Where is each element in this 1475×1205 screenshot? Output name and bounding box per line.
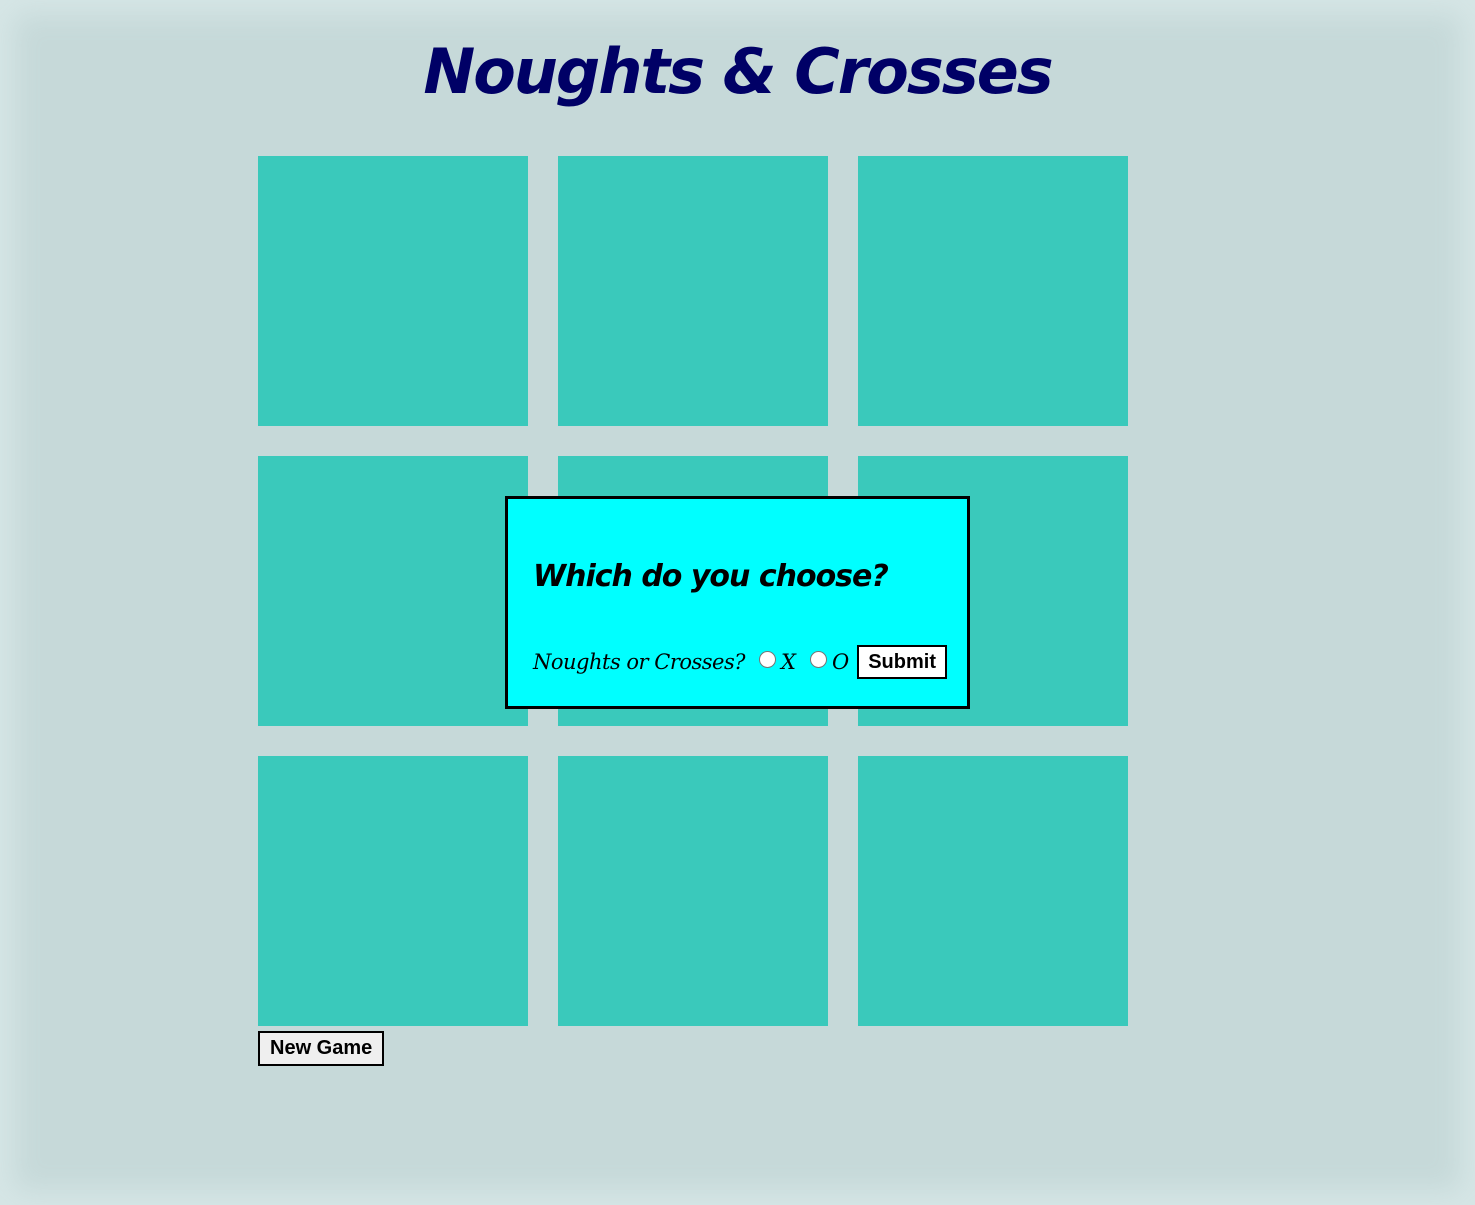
submit-button[interactable]: Submit <box>857 645 947 679</box>
choice-question: Noughts or Crosses? <box>533 650 746 674</box>
board-cell-2[interactable] <box>558 156 828 426</box>
radio-x[interactable] <box>759 650 777 668</box>
board-cell-3[interactable] <box>858 156 1128 426</box>
radio-o[interactable] <box>809 650 827 668</box>
board-cell-4[interactable] <box>258 456 528 726</box>
board-cell-8[interactable] <box>558 756 828 1026</box>
radio-x-label[interactable]: X <box>781 650 796 674</box>
new-game-button[interactable]: New Game <box>258 1031 385 1066</box>
symbol-choice-form: Noughts or Crosses? X O Submit <box>533 644 947 680</box>
symbol-choice-dialog: Which do you choose? Noughts or Crosses?… <box>505 496 970 709</box>
dialog-heading: Which do you choose? <box>533 559 889 594</box>
board-cell-1[interactable] <box>258 156 528 426</box>
page-title: Noughts & Crosses <box>423 35 1053 108</box>
board-cell-9[interactable] <box>858 756 1128 1026</box>
board-cell-7[interactable] <box>258 756 528 1026</box>
radio-o-label[interactable]: O <box>832 650 849 674</box>
